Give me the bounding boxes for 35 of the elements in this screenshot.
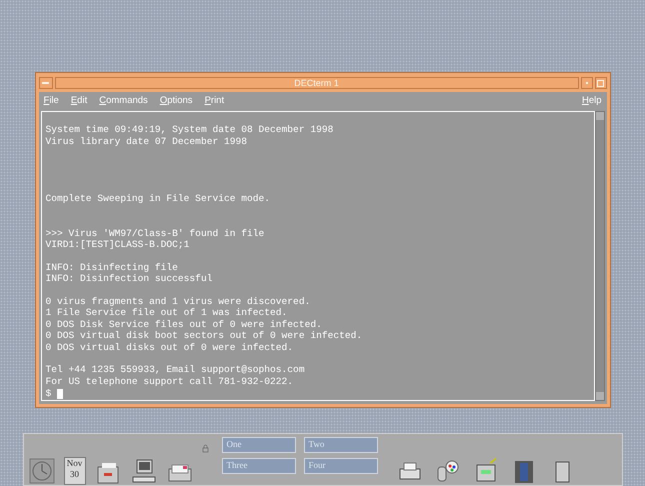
workspace-button[interactable]: Two <box>304 437 378 453</box>
terminal-line: 0 DOS virtual disks out of 0 were infected. <box>46 342 294 353</box>
menu-item[interactable]: Print <box>204 94 224 109</box>
menu-item[interactable]: Commands <box>99 94 148 109</box>
terminal-line: Tel +44 1235 559933, Email support@sophos.com <box>46 364 306 376</box>
terminal-line: Complete Sweeping in File Service mode. <box>46 193 272 204</box>
workspace-button[interactable]: Three <box>222 458 296 474</box>
terminal-line: 0 virus fragments and 1 virus were discovered. <box>46 296 312 307</box>
clock-icon[interactable] <box>28 457 56 485</box>
shell-prompt: $ <box>46 388 52 400</box>
menu-item[interactable]: File <box>44 94 59 109</box>
calendar-month: Nov <box>66 458 82 469</box>
calendar[interactable]: Nov 30 <box>64 457 86 485</box>
workspace-button[interactable]: One <box>222 437 296 453</box>
scrollbar[interactable] <box>594 111 604 400</box>
workspace-button[interactable]: Four <box>304 458 378 474</box>
terminal-line: >>> Virus 'WM97/Class-B' found in file <box>46 228 266 239</box>
terminal-line: VIRD1:[TEST]CLASS-B.DOC;1 <box>46 239 190 250</box>
menu-item[interactable]: Edit <box>70 94 88 109</box>
terminal-line: System time 09:49:19, System date 08 December 1998 <box>46 124 334 136</box>
maximize-button[interactable] <box>594 77 606 89</box>
window-menu-button[interactable] <box>38 77 52 89</box>
terminal-line: 0 DOS virtual disk boot sectors out of 0 were infected. <box>46 330 364 342</box>
terminal-line: Virus library date 07 December 1998 <box>46 136 248 147</box>
terminal-line: INFO: Disinfecting file <box>46 262 179 273</box>
terminal-line: 1 File Service file out of 1 was infected. <box>46 307 288 318</box>
computer-icon[interactable] <box>130 457 158 485</box>
terminal-line: INFO: Disinfection successful <box>46 273 214 284</box>
terminal-line: 0 DOS Disk Service files out of 0 were infected. <box>46 318 323 330</box>
window-title: DECterm 1 <box>54 77 578 89</box>
minimize-button[interactable] <box>580 77 592 89</box>
help-menu[interactable]: Help <box>582 94 602 109</box>
calendar-day: 30 <box>70 469 79 480</box>
terminal-line: For US telephone support call 781-932-0222. <box>46 376 294 387</box>
menu-item[interactable]: Options <box>160 94 193 109</box>
